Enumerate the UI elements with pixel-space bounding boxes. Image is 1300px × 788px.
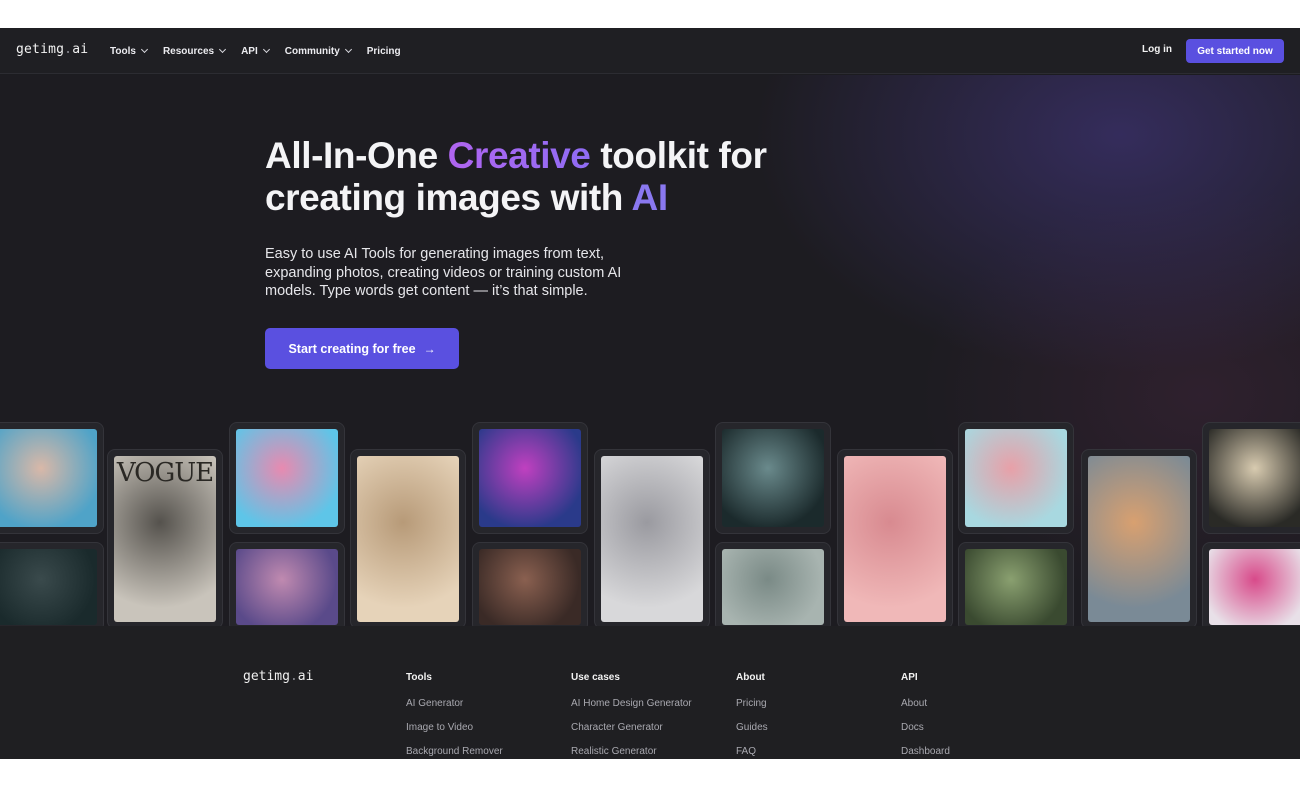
nav-api[interactable]: API: [241, 45, 270, 57]
footer: getimg.ai Tools AI Generator Image to Vi…: [0, 626, 1300, 759]
footer-link[interactable]: Character Generator: [571, 722, 692, 733]
nav-pricing[interactable]: Pricing: [367, 46, 401, 57]
nav-pricing-label: Pricing: [366, 45, 401, 57]
gallery-tile-minimal-bedroom[interactable]: [350, 449, 466, 626]
chevron-down-icon: [344, 45, 352, 54]
start-creating-button[interactable]: Start creating for free →: [265, 328, 459, 369]
gallery-tile-vogue-cover-statue[interactable]: VOGUE: [107, 449, 223, 626]
gallery-image: [844, 456, 946, 622]
chevron-down-icon: [219, 45, 227, 54]
gallery-tile-wire-sculpture-head[interactable]: [594, 449, 710, 626]
footer-link[interactable]: Docs: [901, 722, 950, 733]
footer-column-title: Tools: [406, 672, 432, 683]
nav-community-label: Community: [284, 45, 340, 57]
logo[interactable]: getimg.ai: [16, 42, 88, 57]
vogue-masthead: VOGUE: [116, 458, 214, 488]
gallery-tile-alien-face[interactable]: [715, 422, 831, 534]
gallery-tile-astronaut-door[interactable]: [1081, 449, 1197, 626]
nav-api-label: API: [241, 45, 258, 57]
gallery-tile-crystal-sphere-mountains[interactable]: [229, 422, 345, 534]
footer-column-title: Use cases: [571, 672, 620, 683]
footer-column-title: API: [901, 672, 918, 683]
gallery-image: VOGUE: [114, 456, 216, 622]
gallery-tile-misty-figure[interactable]: [715, 542, 831, 626]
hero-headline: All-In-One Creative toolkit for creating…: [265, 135, 885, 219]
headline-highlight-ai: AI: [631, 177, 669, 218]
gallery-image: [965, 549, 1067, 625]
footer-link[interactable]: Guides: [736, 722, 768, 733]
gallery-image: [1209, 549, 1300, 625]
footer-column-api: API About Docs Dashboard: [901, 672, 950, 759]
footer-logo-tld: ai: [297, 669, 314, 684]
footer-link[interactable]: AI Generator: [406, 698, 503, 709]
headline-highlight-creative: Creative: [447, 135, 591, 176]
footer-column-title: About: [736, 672, 765, 683]
gallery-image: [1209, 429, 1300, 527]
gallery-tile-glass-figure-walking[interactable]: [958, 422, 1074, 534]
logo-tld: ai: [72, 42, 89, 57]
top-navbar: getimg.ai Tools Resources API Community …: [0, 28, 1300, 74]
gallery-image: [0, 429, 97, 527]
gallery-tile-dark-portrait-red-eye[interactable]: [0, 542, 104, 626]
gallery-tile-neon-robot-heart[interactable]: [472, 422, 588, 534]
footer-column-about: About Pricing Guides FAQ: [736, 672, 768, 759]
footer-link[interactable]: Realistic Generator: [571, 746, 692, 757]
gallery-tile-pink-teddy-room[interactable]: [837, 449, 953, 626]
logo-text: getimg: [16, 42, 65, 57]
hero-subtitle: Easy to use AI Tools for generating imag…: [265, 246, 622, 299]
gallery-image: [1088, 456, 1190, 622]
get-started-button[interactable]: Get started now: [1186, 39, 1284, 63]
image-gallery: VOGUE: [0, 422, 1300, 626]
nav-community[interactable]: Community: [284, 45, 352, 57]
footer-link[interactable]: FAQ: [736, 746, 768, 757]
gallery-image: [722, 429, 824, 527]
start-creating-label: Start creating for free: [288, 341, 416, 356]
footer-logo-text: getimg: [243, 669, 290, 684]
gallery-tile-face-green-eyes[interactable]: [472, 542, 588, 626]
footer-link[interactable]: Pricing: [736, 698, 768, 709]
gallery-image: [601, 456, 703, 622]
nav-links: Tools Resources API Community Pricing: [110, 28, 401, 74]
footer-column-tools: Tools AI Generator Image to Video Backgr…: [406, 672, 503, 759]
gallery-image: [357, 456, 459, 622]
nav-tools-label: Tools: [110, 45, 136, 57]
gallery-tile-cyberpunk-medusa[interactable]: [229, 542, 345, 626]
chevron-down-icon: [262, 45, 270, 54]
footer-link[interactable]: Image to Video: [406, 722, 503, 733]
nav-resources-label: Resources: [162, 45, 215, 57]
gallery-image: [479, 429, 581, 527]
footer-logo-dot: .: [289, 669, 298, 684]
gallery-image: [479, 549, 581, 625]
app-window: getimg.ai Tools Resources API Community …: [0, 28, 1300, 759]
footer-link[interactable]: AI Home Design Generator: [571, 698, 692, 709]
gallery-tile-balloon-tree[interactable]: [1202, 542, 1300, 626]
footer-link[interactable]: Dashboard: [901, 746, 950, 757]
gallery-image: [236, 429, 338, 527]
footer-link[interactable]: About: [901, 698, 950, 709]
hero-section: All-In-One Creative toolkit for creating…: [0, 75, 1300, 626]
gallery-tile-greenhouse-interior[interactable]: [958, 542, 1074, 626]
nav-resources[interactable]: Resources: [162, 45, 227, 57]
gallery-tile-cracked-porcelain-bust[interactable]: [1202, 422, 1300, 534]
gallery-image: [0, 549, 97, 625]
gallery-image: [722, 549, 824, 625]
chevron-down-icon: [140, 45, 148, 54]
arrow-right-icon: →: [423, 341, 436, 356]
gallery-image: [965, 429, 1067, 527]
login-link[interactable]: Log in: [1142, 44, 1172, 55]
footer-link[interactable]: Background Remover: [406, 746, 503, 757]
logo-dot: .: [64, 42, 73, 57]
footer-column-use-cases: Use cases AI Home Design Generator Chara…: [571, 672, 692, 759]
gallery-image: [236, 549, 338, 625]
footer-logo[interactable]: getimg.ai: [243, 669, 313, 684]
nav-tools[interactable]: Tools: [110, 45, 148, 57]
gallery-tile-woman-face-water[interactable]: [0, 422, 104, 534]
headline-part-1: All-In-One: [265, 135, 448, 176]
